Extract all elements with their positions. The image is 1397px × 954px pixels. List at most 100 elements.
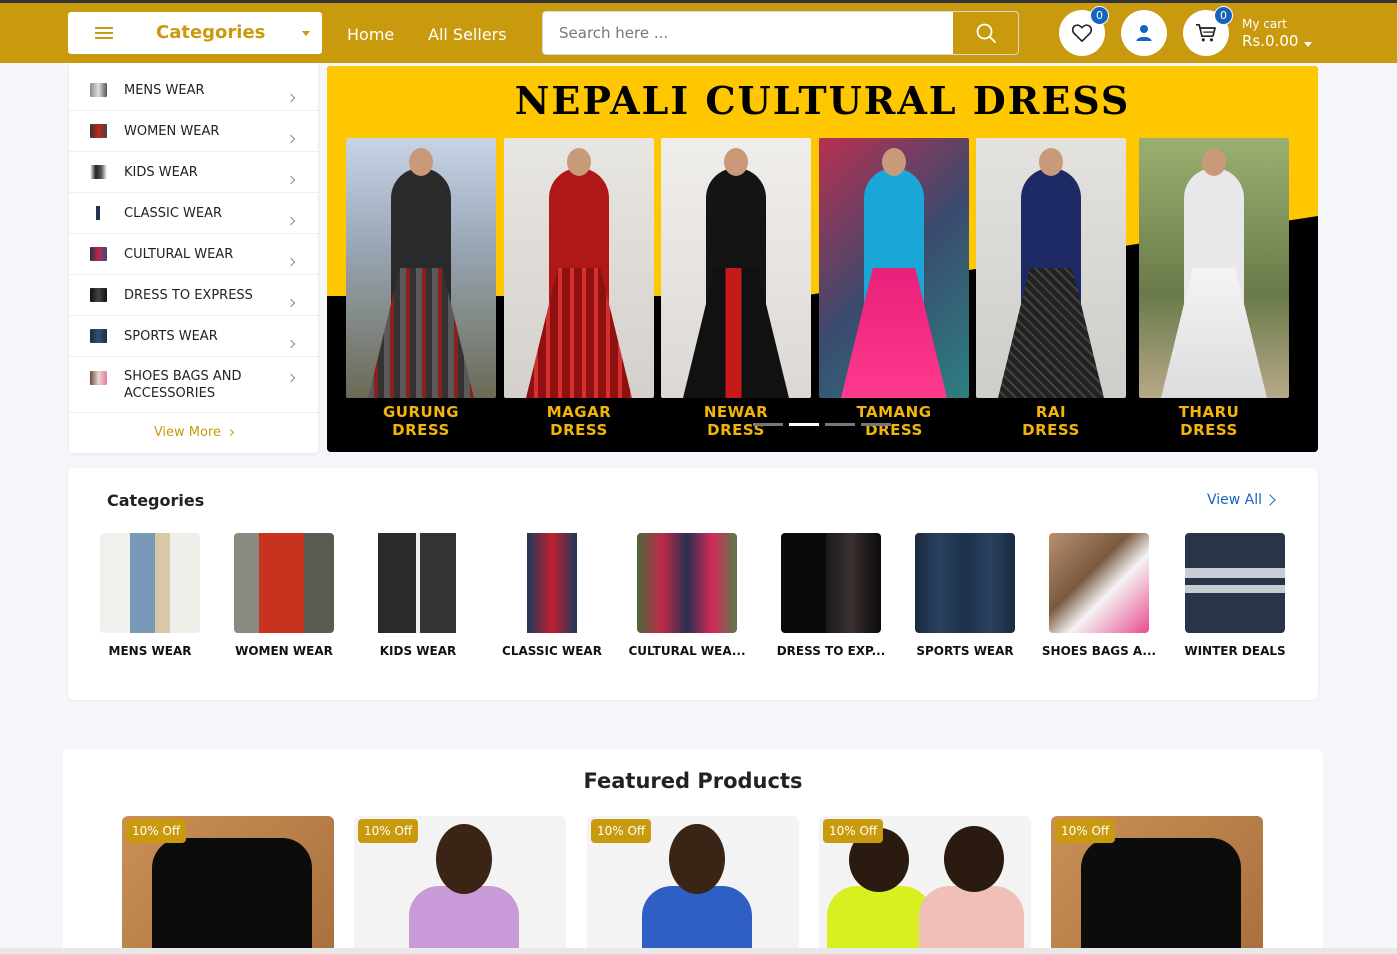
caret-down-icon — [302, 31, 310, 36]
cart-summary[interactable]: My cart Rs.0.00 — [1242, 17, 1298, 50]
horizontal-scrollbar[interactable] — [0, 948, 1397, 954]
chevron-right-icon — [286, 93, 296, 103]
dress-caption-tamang: TAMANG DRESS — [819, 403, 969, 439]
carousel-dot[interactable] — [825, 423, 855, 426]
category-thumbnail — [90, 124, 107, 138]
category-thumbnail — [90, 329, 107, 343]
category-image — [637, 533, 737, 633]
product-card[interactable]: 10% Off — [587, 816, 799, 954]
category-thumbnail — [90, 371, 107, 385]
sidebar-item-classic-wear[interactable]: CLASSIC WEAR — [69, 193, 318, 234]
search-bar — [542, 11, 1019, 55]
category-card-mens-wear[interactable]: MENS WEAR — [100, 533, 200, 658]
sidebar-item-kids-wear[interactable]: KIDS WEAR — [69, 152, 318, 193]
chevron-right-icon — [286, 134, 296, 144]
category-image — [781, 533, 881, 633]
dress-photo-tamang — [819, 138, 969, 398]
discount-badge: 10% Off — [358, 819, 419, 843]
dress-caption-line2: DRESS — [550, 421, 608, 439]
search-button[interactable] — [953, 12, 1018, 54]
featured-products-title: Featured Products — [583, 769, 803, 793]
category-card-dress-to-express[interactable]: DRESS TO EXP... — [777, 533, 885, 658]
view-more-label: View More — [153, 425, 222, 440]
caret-down-icon[interactable] — [1304, 42, 1312, 47]
product-image — [1081, 838, 1241, 954]
dress-caption-line2: DRESS — [1180, 421, 1238, 439]
category-card-kids-wear[interactable]: KIDS WEAR — [368, 533, 468, 658]
sidebar-item-label: WOMEN WEAR — [124, 124, 220, 139]
search-input[interactable] — [543, 12, 955, 54]
category-card-shoes-bags[interactable]: SHOES BAGS A... — [1042, 533, 1156, 658]
product-card[interactable]: 10% Off — [354, 816, 566, 954]
category-name: SPORTS WEAR — [916, 644, 1014, 658]
carousel-dot-active[interactable] — [789, 423, 819, 426]
category-name: KIDS WEAR — [379, 644, 457, 658]
categories-dropdown-button[interactable]: Categories — [68, 12, 322, 54]
featured-products-section: Featured Products 10% Off 10% Off 10% Of… — [63, 749, 1323, 954]
nav-all-sellers-link[interactable]: All Sellers — [428, 25, 507, 44]
category-image — [1049, 533, 1149, 633]
sidebar-item-women-wear[interactable]: WOMEN WEAR — [69, 111, 318, 152]
product-image — [152, 838, 312, 954]
dress-caption-line1: NEWAR — [703, 403, 769, 421]
category-name: CLASSIC WEAR — [502, 644, 602, 658]
dress-caption-line1: MAGAR — [546, 403, 612, 421]
product-card[interactable]: 10% Off — [819, 816, 1031, 954]
dress-photo-newar — [661, 138, 811, 398]
category-card-women-wear[interactable]: WOMEN WEAR — [234, 533, 334, 658]
category-name: CULTURAL WEA... — [628, 644, 746, 658]
wishlist-count-badge: 0 — [1090, 6, 1109, 25]
discount-badge: 10% Off — [126, 819, 187, 843]
cart-icon — [1196, 24, 1216, 42]
chevron-right-icon[interactable] — [1264, 494, 1276, 506]
dress-photo-tharu — [1139, 138, 1289, 398]
category-name: WOMEN WEAR — [235, 644, 333, 658]
account-button[interactable] — [1121, 10, 1167, 56]
product-card[interactable]: 10% Off — [1051, 816, 1263, 954]
category-image — [234, 533, 334, 633]
category-thumbnail — [90, 288, 107, 302]
category-name: SHOES BAGS A... — [1041, 644, 1157, 658]
sidebar-item-dress-to-express[interactable]: DRESS TO EXPRESS — [69, 275, 318, 316]
category-sidebar: MENS WEAR WOMEN WEAR KIDS WEAR CLASSIC W… — [69, 63, 318, 453]
product-image — [827, 886, 932, 954]
category-name: MENS WEAR — [108, 644, 192, 658]
cart-amount: Rs.0.00 — [1242, 32, 1299, 50]
view-all-link[interactable]: View All — [1207, 492, 1262, 508]
category-card-cultural-wear[interactable]: CULTURAL WEA... — [628, 533, 746, 658]
view-more-link[interactable]: View More — [69, 425, 318, 440]
heart-icon — [1071, 24, 1093, 42]
dress-caption-magar: MAGAR DRESS — [504, 403, 654, 439]
categories-button-label: Categories — [156, 22, 266, 43]
carousel-dot[interactable] — [753, 423, 783, 426]
category-name: WINTER DEALS — [1184, 644, 1286, 658]
sidebar-item-mens-wear[interactable]: MENS WEAR — [69, 70, 318, 111]
sidebar-item-shoes-bags-accessories[interactable]: SHOES BAGS AND ACCESSORIES — [69, 357, 318, 413]
sidebar-item-cultural-wear[interactable]: CULTURAL WEAR — [69, 234, 318, 275]
discount-badge: 10% Off — [1055, 819, 1116, 843]
category-card-winter-deals[interactable]: WINTER DEALS — [1184, 533, 1286, 658]
category-card-classic-wear[interactable]: CLASSIC WEAR — [502, 533, 602, 658]
dress-photo-rai — [976, 138, 1126, 398]
sidebar-item-label: MENS WEAR — [124, 83, 205, 98]
sidebar-item-label: SHOES BAGS AND ACCESSORIES — [124, 369, 242, 401]
sidebar-item-label: SPORTS WEAR — [124, 329, 218, 344]
categories-title: Categories — [107, 491, 205, 510]
category-image — [915, 533, 1015, 633]
dress-caption-line2: DRESS — [392, 421, 450, 439]
discount-badge: 10% Off — [591, 819, 652, 843]
categories-section: Categories View All MENS WEAR WOMEN WEAR… — [68, 468, 1318, 700]
sidebar-item-sports-wear[interactable]: SPORTS WEAR — [69, 316, 318, 357]
dress-photo-gurung — [346, 138, 496, 398]
sidebar-item-label: DRESS TO EXPRESS — [124, 288, 253, 303]
nav-home-link[interactable]: Home — [347, 25, 394, 44]
hero-banner[interactable]: NEPALI CULTURAL DRESS GURUNG DRESS MAGAR… — [327, 66, 1318, 452]
product-image — [642, 886, 752, 954]
carousel-dot[interactable] — [861, 423, 891, 426]
product-card[interactable]: 10% Off — [122, 816, 334, 954]
dress-caption-line1: GURUNG — [382, 403, 460, 421]
menu-icon — [95, 27, 113, 39]
category-card-sports-wear[interactable]: SPORTS WEAR — [915, 533, 1015, 658]
category-thumbnail — [90, 165, 107, 179]
category-name: DRESS TO EXP... — [776, 644, 886, 658]
